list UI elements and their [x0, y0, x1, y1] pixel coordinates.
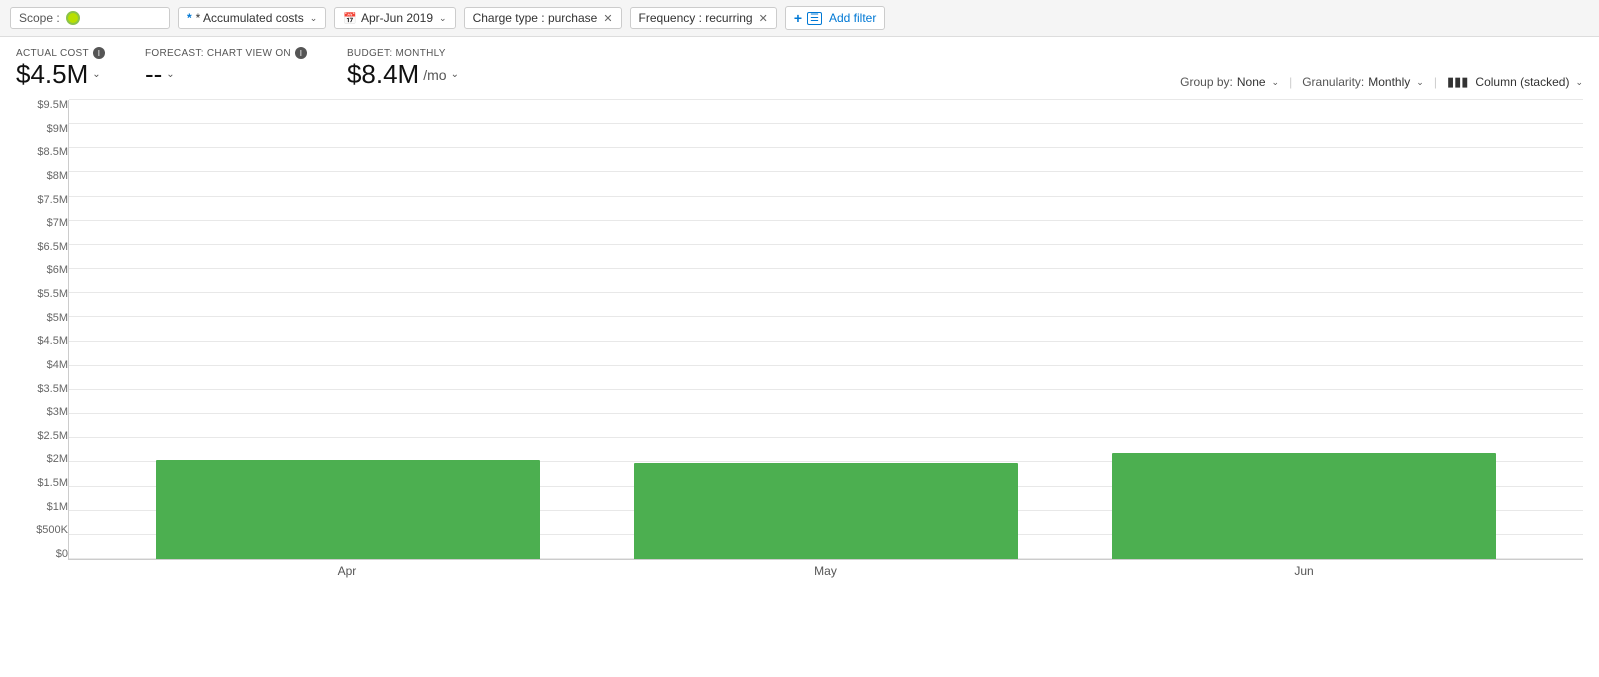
granularity-value: Monthly: [1368, 75, 1410, 89]
bars-container: [69, 100, 1583, 559]
budget-metric: BUDGET: MONTHLY $8.4M /mo ⌄: [347, 48, 459, 90]
y-axis-label-17: $8.5M: [16, 147, 68, 158]
forecast-chevron[interactable]: ⌄: [166, 69, 174, 80]
toolbar: Scope : * * Accumulated costs ⌄ 📅 Apr-Ju…: [0, 0, 1599, 37]
ctrl-sep-2: |: [1434, 75, 1437, 89]
y-axis-label-7: $3.5M: [16, 384, 68, 395]
remove-frequency-button[interactable]: ✕: [759, 12, 768, 25]
y-axis: $0 $500K $1M $1.5M $2M $2.5M $3M $3.5M $4M $4.5M $…: [16, 100, 68, 560]
forecast-info-icon[interactable]: i: [295, 47, 307, 59]
y-axis-label-1: $500K: [16, 525, 68, 536]
charge-type-filter: Charge type : purchase ✕: [464, 7, 622, 29]
add-filter-button[interactable]: + ☰ Add filter: [785, 6, 886, 30]
actual-cost-metric: ACTUAL COST i $4.5M ⌄: [16, 47, 105, 90]
y-axis-label-18: $9M: [16, 124, 68, 135]
calendar-icon: 📅: [343, 12, 357, 25]
x-label-apr: Apr: [129, 564, 566, 578]
y-axis-label-16: $8M: [16, 171, 68, 182]
bar-group-jun: [1086, 100, 1522, 559]
y-axis-label-12: $6M: [16, 265, 68, 276]
accumulated-costs-label: * Accumulated costs: [196, 11, 304, 25]
scope-label: Scope :: [19, 11, 60, 25]
budget-value: $8.4M /mo ⌄: [347, 59, 459, 90]
accumulated-costs-button[interactable]: * * Accumulated costs ⌄: [178, 7, 326, 29]
frequency-label: Frequency : recurring: [639, 11, 753, 25]
y-axis-label-0: $0: [16, 549, 68, 560]
ctrl-sep-1: |: [1289, 75, 1292, 89]
bar-apr[interactable]: [156, 460, 540, 559]
chart-controls: Group by: None ⌄ | Granularity: Monthly …: [1180, 74, 1583, 90]
y-axis-label-8: $4M: [16, 360, 68, 371]
y-axis-label-19: $9.5M: [16, 100, 68, 111]
granularity-label: Granularity:: [1302, 75, 1364, 89]
y-axis-label-2: $1M: [16, 502, 68, 513]
forecast-value: -- ⌄: [145, 59, 307, 90]
chevron-down-icon: ⌄: [310, 13, 318, 24]
granularity-chevron[interactable]: ⌄: [1416, 77, 1424, 88]
frequency-filter: Frequency : recurring ✕: [630, 7, 777, 29]
view-type-chevron[interactable]: ⌄: [1575, 77, 1583, 88]
group-by-label: Group by:: [1180, 75, 1233, 89]
budget-unit: /mo: [423, 67, 446, 83]
x-axis-inner: Apr May Jun: [68, 564, 1583, 578]
filter-icon-box: ☰: [807, 12, 822, 25]
chart-column-icon: ▮▮▮: [1447, 74, 1468, 90]
y-axis-label-5: $2.5M: [16, 431, 68, 442]
view-type-label: Column (stacked): [1475, 75, 1569, 89]
y-axis-label-6: $3M: [16, 407, 68, 418]
date-range-button[interactable]: 📅 Apr-Jun 2019 ⌄: [334, 7, 455, 29]
scope-dot: [66, 11, 80, 25]
metrics-row: ACTUAL COST i $4.5M ⌄ FORECAST: CHART VI…: [0, 37, 1599, 94]
budget-chevron[interactable]: ⌄: [451, 69, 459, 80]
forecast-metric: FORECAST: CHART VIEW ON i -- ⌄: [145, 47, 307, 90]
asterisk-icon: *: [187, 11, 192, 25]
y-axis-label-10: $5M: [16, 313, 68, 324]
actual-cost-label: ACTUAL COST i: [16, 47, 105, 59]
x-axis: Apr May Jun: [0, 564, 1599, 578]
bar-group-apr: [130, 100, 566, 559]
budget-label: BUDGET: MONTHLY: [347, 48, 459, 59]
date-range-label: Apr-Jun 2019: [361, 11, 433, 25]
chevron-down-icon-date: ⌄: [439, 13, 447, 24]
main-container: Scope : * * Accumulated costs ⌄ 📅 Apr-Ju…: [0, 0, 1599, 578]
chart-body: [68, 100, 1583, 560]
bar-may[interactable]: [634, 463, 1018, 559]
bar-jun[interactable]: [1112, 453, 1496, 559]
charge-type-label: Charge type : purchase: [473, 11, 598, 25]
scope-selector[interactable]: Scope :: [10, 7, 170, 29]
actual-cost-info-icon[interactable]: i: [93, 47, 105, 59]
x-label-jun: Jun: [1086, 564, 1523, 578]
x-label-may: May: [607, 564, 1044, 578]
x-gap-2: [1044, 564, 1086, 578]
group-by-chevron[interactable]: ⌄: [1272, 77, 1280, 88]
y-axis-label-13: $6.5M: [16, 242, 68, 253]
y-axis-label-3: $1.5M: [16, 478, 68, 489]
add-filter-icon: +: [794, 10, 802, 26]
chart-wrapper: $0 $500K $1M $1.5M $2M $2.5M $3M $3.5M $4M $4.5M $…: [0, 94, 1599, 560]
x-gap-1: [565, 564, 607, 578]
bar-group-may: [608, 100, 1044, 559]
add-filter-label: Add filter: [829, 11, 876, 25]
y-axis-label-9: $4.5M: [16, 336, 68, 347]
group-by-value: None: [1237, 75, 1266, 89]
y-axis-label-11: $5.5M: [16, 289, 68, 300]
actual-cost-chevron[interactable]: ⌄: [92, 69, 100, 80]
y-axis-label-15: $7.5M: [16, 195, 68, 206]
y-axis-label-4: $2M: [16, 454, 68, 465]
remove-charge-type-button[interactable]: ✕: [603, 12, 612, 25]
actual-cost-value: $4.5M ⌄: [16, 59, 105, 90]
forecast-label: FORECAST: CHART VIEW ON i: [145, 47, 307, 59]
y-axis-label-14: $7M: [16, 218, 68, 229]
